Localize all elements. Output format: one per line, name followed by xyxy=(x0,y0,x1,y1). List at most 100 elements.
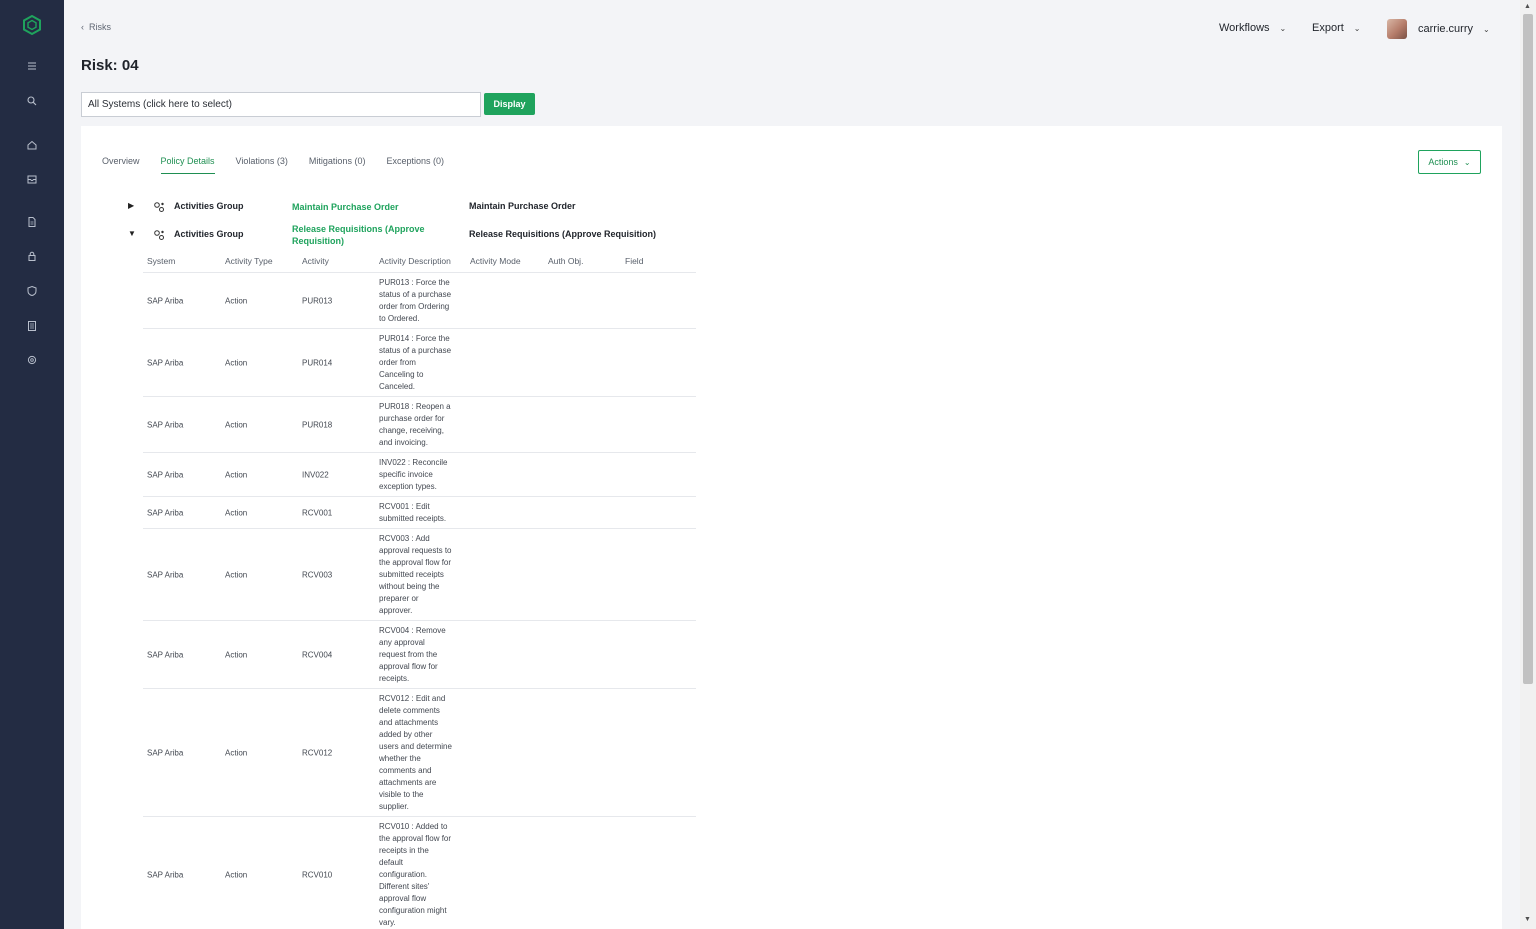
tab-bar: Overview Policy Details Violations (3) M… xyxy=(102,156,465,174)
page-title: Risk: 04 xyxy=(81,57,139,74)
activity-cell: INV022 xyxy=(302,470,329,479)
chevron-down-icon: ⌄ xyxy=(1353,23,1361,33)
system-cell: SAP Ariba xyxy=(147,358,184,367)
scroll-up-arrow-icon[interactable]: ▲ xyxy=(1524,3,1531,11)
description-line: receipts in the xyxy=(379,846,429,855)
activity-description-cell: RCV003 : Add approval requests to the appr… xyxy=(379,533,465,617)
activity-type-cell: Action xyxy=(225,570,248,579)
app-logo-icon[interactable] xyxy=(22,15,42,35)
actions-button[interactable]: Actions ⌄ xyxy=(1418,150,1481,174)
document-icon[interactable] xyxy=(24,214,40,230)
expand-caret-icon[interactable]: ▶ xyxy=(128,201,140,210)
description-line: RCV004 : Remove xyxy=(379,626,446,635)
system-cell: SAP Ariba xyxy=(147,870,184,879)
chevron-left-icon: ‹ xyxy=(81,22,84,32)
table-row: SAP Ariba Action PUR013 PUR013 : Force the s… xyxy=(143,273,696,329)
display-button[interactable]: Display xyxy=(484,93,535,115)
description-line: default xyxy=(379,858,404,867)
activity-type-cell: Action xyxy=(225,748,248,757)
collapse-caret-icon[interactable]: ▼ xyxy=(128,229,140,238)
description-line: RCV012 : Edit and xyxy=(379,694,446,703)
description-line: PUR013 : Force the xyxy=(379,278,450,287)
user-menu[interactable]: carrie.curry ⌄ xyxy=(1387,19,1490,39)
description-line: without being the xyxy=(379,582,440,591)
tab-policy-details[interactable]: Policy Details xyxy=(160,156,215,174)
workflows-menu[interactable]: Workflows ⌄ xyxy=(1219,22,1286,34)
activity-description-cell: RCV010 : Added to the approval flow for re… xyxy=(379,821,465,929)
table-row: SAP Ariba Action INV022 INV022 : Reconcile s… xyxy=(143,453,696,497)
description-line: Different sites' xyxy=(379,882,430,891)
description-line: and invoicing. xyxy=(379,438,428,447)
column-header-activity-description: Activity Description xyxy=(379,256,451,266)
export-menu[interactable]: Export ⌄ xyxy=(1312,22,1361,34)
description-line: specific invoice xyxy=(379,470,433,479)
description-line: the approval flow for xyxy=(379,558,452,567)
description-line: RCV001 : Edit xyxy=(379,502,430,511)
description-line: configuration. xyxy=(379,870,428,879)
description-line: comments and xyxy=(379,766,432,775)
column-header-activity: Activity xyxy=(302,256,329,266)
activity-type-cell: Action xyxy=(225,420,248,429)
activity-description-cell: PUR013 : Force the status of a purchase or… xyxy=(379,277,465,325)
group-name-link[interactable]: Release Requisitions (Approve Requisitio… xyxy=(292,223,432,247)
group-name-link[interactable]: Maintain Purchase Order xyxy=(292,201,432,213)
activity-cell: PUR018 xyxy=(302,420,333,429)
activity-cell: PUR013 xyxy=(302,296,333,305)
table-row: SAP Ariba Action RCV012 RCV012 : Edit and de… xyxy=(143,689,696,817)
activity-type-cell: Action xyxy=(225,508,248,517)
description-line: approval requests to xyxy=(379,546,452,555)
username-label: carrie.curry xyxy=(1418,23,1474,35)
description-line: whether the xyxy=(379,754,421,763)
lock-icon[interactable] xyxy=(24,248,40,264)
description-line: visible to the xyxy=(379,790,424,799)
description-line: INV022 : Reconcile xyxy=(379,458,448,467)
description-line: approver. xyxy=(379,606,413,615)
activities-group-icon xyxy=(154,202,164,212)
report-icon[interactable] xyxy=(24,318,40,334)
activity-cell: RCV010 xyxy=(302,870,333,879)
description-line: preparer or xyxy=(379,594,419,603)
shield-icon[interactable] xyxy=(24,283,40,299)
activity-description-cell: RCV012 : Edit and delete comments and atta… xyxy=(379,693,465,813)
activity-cell: RCV001 xyxy=(302,508,333,517)
sidebar xyxy=(0,0,64,929)
tab-mitigations[interactable]: Mitigations (0) xyxy=(309,156,366,174)
activity-description-cell: RCV001 : Edit submitted receipts. xyxy=(379,501,465,525)
description-line: vary. xyxy=(379,918,396,927)
activity-cell: PUR014 xyxy=(302,358,333,367)
activities-group-row: ▶ Activities Group Maintain Purchase Ord… xyxy=(128,201,576,212)
menu-icon[interactable] xyxy=(24,58,40,74)
table-body: SAP Ariba Action PUR013 PUR013 : Force the s… xyxy=(143,273,696,929)
avatar[interactable] xyxy=(1387,19,1407,39)
group-type-label: Activities Group xyxy=(174,229,244,239)
description-line: the approval flow for xyxy=(379,834,452,843)
chevron-down-icon: ⌄ xyxy=(1279,23,1287,33)
tab-exceptions[interactable]: Exceptions (0) xyxy=(386,156,444,174)
activity-type-cell: Action xyxy=(225,296,248,305)
breadcrumb[interactable]: ‹ Risks xyxy=(81,22,111,32)
inbox-icon[interactable] xyxy=(24,171,40,187)
system-cell: SAP Ariba xyxy=(147,296,184,305)
description-line: RCV003 : Add xyxy=(379,534,430,543)
scroll-down-arrow-icon[interactable]: ▼ xyxy=(1524,916,1531,924)
system-select-input[interactable]: All Systems (click here to select) xyxy=(81,92,481,117)
page-scrollbar[interactable]: ▲ ▼ xyxy=(1520,0,1536,929)
home-icon[interactable] xyxy=(24,137,40,153)
activity-cell: RCV003 xyxy=(302,570,333,579)
table-row: SAP Ariba Action RCV001 RCV001 : Edit submit… xyxy=(143,497,696,529)
description-line: status of a purchase xyxy=(379,290,452,299)
tab-violations[interactable]: Violations (3) xyxy=(236,156,288,174)
workflows-label: Workflows xyxy=(1219,22,1270,34)
scrollbar-thumb[interactable] xyxy=(1523,14,1533,684)
description-line: added by other xyxy=(379,730,433,739)
description-line: to Ordered. xyxy=(379,314,420,323)
description-line: supplier. xyxy=(379,802,409,811)
column-header-auth-obj: Auth Obj. xyxy=(548,256,584,266)
export-label: Export xyxy=(1312,22,1344,34)
breadcrumb-risks-link[interactable]: Risks xyxy=(89,22,111,32)
description-line: submitted receipts xyxy=(379,570,444,579)
gear-icon[interactable] xyxy=(24,352,40,368)
tab-overview[interactable]: Overview xyxy=(102,156,140,174)
search-icon[interactable] xyxy=(24,93,40,109)
activity-cell: RCV012 xyxy=(302,748,333,757)
